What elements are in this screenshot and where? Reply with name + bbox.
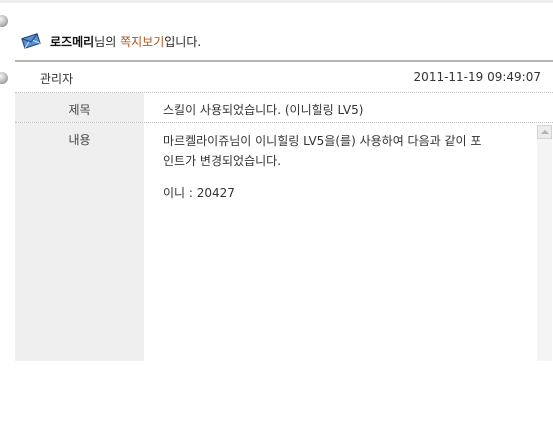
header-end: 입니다.: [164, 34, 202, 49]
subject-label: 제목: [68, 103, 91, 117]
content-label: 내용: [68, 133, 91, 147]
header-title: 로즈메리님의 쪽지보기입니다.: [50, 33, 201, 50]
subject-value: 스킬이 사용되었습니다. (이니힐링 LV5): [163, 103, 364, 117]
header-suffix: 님의: [94, 34, 121, 49]
message-header: 로즈메리님의 쪽지보기입니다.: [20, 31, 201, 51]
top-border: [0, 0, 553, 3]
message-view-title: 쪽지보기: [120, 34, 165, 49]
envelope-icon: [21, 33, 41, 49]
content-line: 인트가 변경되었습니다.: [163, 154, 282, 168]
content-scrollbar[interactable]: [537, 125, 552, 361]
points-line: 이니 : 20427: [163, 186, 235, 200]
username: 로즈메리: [50, 34, 95, 49]
sender-name: 관리자: [40, 72, 74, 86]
message-content: 마르켈라이쥬님이 이니힐링 LV5을(를) 사용하여 다음과 같이 포 인트가 …: [163, 131, 523, 203]
scroll-up-button[interactable]: [537, 125, 552, 139]
pin-icon: [0, 15, 8, 27]
content-label-cell: [15, 123, 144, 361]
sender-row: 관리자 2011-11-19 09:49:07: [15, 62, 553, 91]
content-line: 마르켈라이쥬님이 이니힐링 LV5을(를) 사용하여 다음과 같이 포: [163, 134, 482, 148]
pin-icon: [0, 72, 8, 84]
message-datetime: 2011-11-19 09:49:07: [413, 70, 541, 84]
